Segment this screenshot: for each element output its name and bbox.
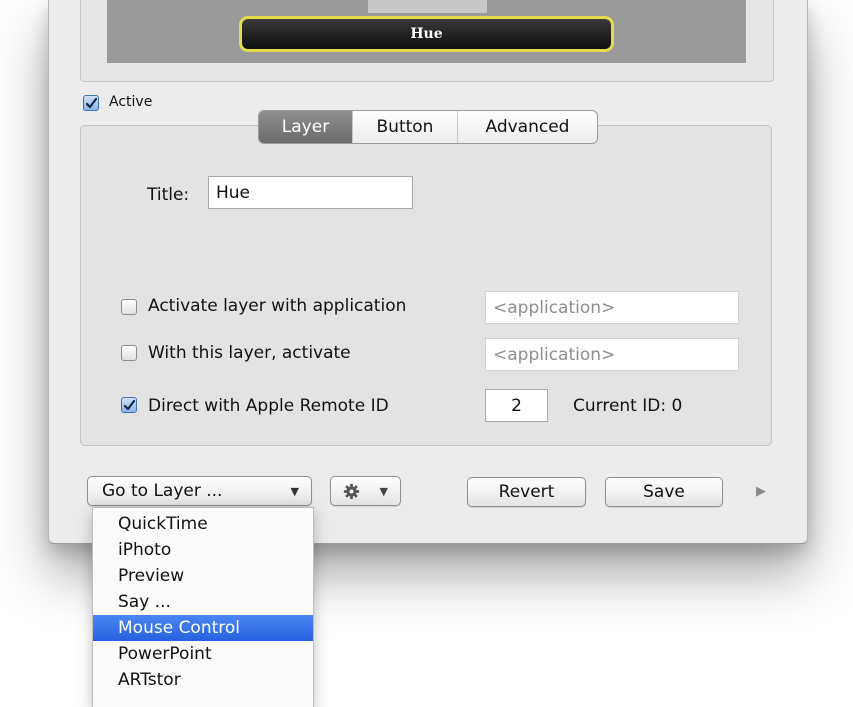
tab-layer[interactable]: Layer — [259, 111, 352, 143]
menu-item-powerpoint[interactable]: PowerPoint — [93, 641, 313, 667]
active-checkbox[interactable] — [83, 95, 99, 111]
title-input[interactable]: Hue — [208, 176, 413, 209]
go-to-layer-popup[interactable]: Go to Layer ... ▼ — [87, 476, 312, 506]
layer-preview-title: Hue — [410, 26, 443, 42]
go-to-layer-label: Go to Layer ... — [102, 481, 223, 501]
triangle-down-icon: ▼ — [379, 484, 388, 498]
tab-advanced[interactable]: Advanced — [457, 111, 597, 143]
active-label: Active — [109, 94, 153, 110]
tab-button[interactable]: Button — [352, 111, 457, 143]
triangle-down-icon: ▼ — [290, 484, 299, 498]
go-to-layer-menu: QuickTime iPhoto Preview Say ... Mouse C… — [92, 507, 314, 707]
checkmark-icon — [123, 399, 135, 410]
direct-remote-label: Direct with Apple Remote ID — [148, 396, 389, 416]
triangle-right-icon[interactable]: ▶ — [756, 484, 766, 499]
remote-id-value: 2 — [511, 395, 522, 416]
menu-item-quicktime[interactable]: QuickTime — [93, 511, 313, 537]
checkmark-icon — [85, 97, 97, 108]
with-layer-activate-checkbox[interactable] — [121, 345, 137, 361]
activate-with-app-placeholder: <application> — [493, 297, 616, 318]
remote-id-input[interactable]: 2 — [485, 389, 548, 422]
action-menu-button[interactable]: ▼ — [330, 476, 401, 506]
current-id-text: Current ID: 0 — [573, 396, 683, 416]
revert-button[interactable]: Revert — [467, 477, 586, 507]
activate-with-app-checkbox[interactable] — [121, 299, 137, 315]
save-button-label: Save — [643, 482, 685, 502]
activate-with-app-label: Activate layer with application — [148, 296, 407, 316]
layer-preview-pill[interactable]: Hue — [239, 16, 614, 52]
settings-tabs: Layer Button Advanced — [258, 110, 598, 144]
menu-item-say[interactable]: Say ... — [93, 589, 313, 615]
title-input-value: Hue — [216, 182, 251, 203]
menu-item-preview[interactable]: Preview — [93, 563, 313, 589]
direct-remote-checkbox[interactable] — [121, 397, 137, 413]
activate-with-app-field[interactable]: <application> — [485, 291, 739, 324]
menu-item-artstor[interactable]: ARTstor — [93, 667, 313, 693]
with-layer-activate-label: With this layer, activate — [148, 343, 351, 363]
with-layer-activate-field[interactable]: <application> — [485, 338, 739, 371]
title-label: Title: — [147, 185, 190, 205]
menu-item-iphoto[interactable]: iPhoto — [93, 537, 313, 563]
save-button[interactable]: Save — [605, 477, 723, 507]
menu-item-mouse-control[interactable]: Mouse Control — [93, 615, 313, 641]
with-layer-activate-placeholder: <application> — [493, 344, 616, 365]
revert-button-label: Revert — [498, 482, 555, 502]
gear-icon — [343, 483, 360, 499]
preview-tab-stub — [368, 0, 487, 13]
